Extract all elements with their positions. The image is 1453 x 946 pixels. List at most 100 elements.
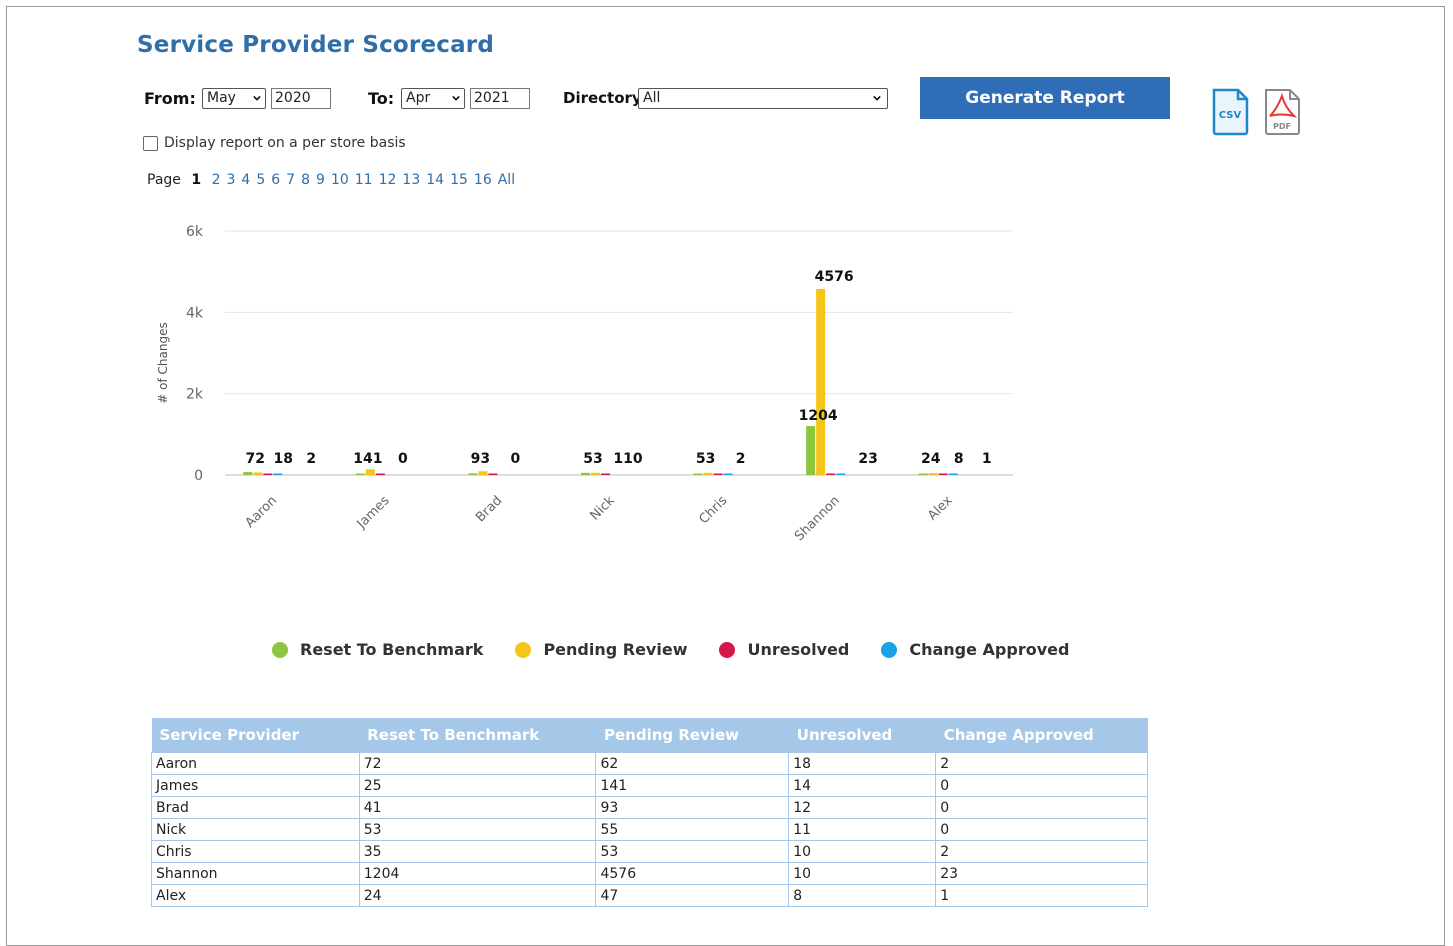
page-link[interactable]: 16: [474, 172, 492, 188]
per-store-label: Display report on a per store basis: [164, 135, 406, 151]
page-link[interactable]: 10: [331, 172, 349, 188]
from-month-select[interactable]: May: [202, 88, 266, 109]
legend-item-unresolved[interactable]: Unresolved: [719, 640, 849, 659]
table-cell: 2: [935, 752, 1148, 775]
bar-alex-0: [918, 473, 928, 475]
directory-select[interactable]: All: [638, 88, 888, 109]
table-cell: James: [151, 774, 360, 797]
table-cell: 8: [788, 884, 937, 907]
page-links: 2 3 4 5 6 7 8 9 10 11 12 13 14 15 16 All: [212, 172, 522, 188]
table-cell: 25: [358, 774, 597, 797]
data-label: 2: [306, 451, 316, 467]
column-header[interactable]: Service Provider: [151, 718, 360, 753]
chevron-down-icon: [452, 95, 460, 101]
csv-export-icon[interactable]: CSV: [1210, 88, 1250, 136]
table-cell: 72: [358, 752, 597, 775]
table-cell: 62: [595, 752, 790, 775]
legend-item-pending[interactable]: Pending Review: [515, 640, 687, 659]
data-label: 141: [353, 451, 382, 467]
pdf-export-icon[interactable]: PDF: [1262, 88, 1302, 136]
chevron-down-icon: [873, 95, 881, 101]
table-cell: 1204: [358, 862, 597, 885]
per-store-checkbox[interactable]: [143, 135, 158, 151]
generate-report-button[interactable]: Generate Report: [920, 77, 1170, 119]
legend-dot-pending: [515, 641, 532, 658]
table-body: Aaron 72 62 18 2 James 25 141 14 0 Brad 41 93 12 0 Nick…: [151, 752, 1148, 907]
column-header[interactable]: Change Approved: [935, 718, 1148, 753]
bar-james-1: [365, 469, 375, 475]
from-year-input[interactable]: 2020: [271, 88, 331, 109]
table-cell: 24: [358, 884, 597, 907]
y-tick-label: 2k: [186, 387, 204, 403]
table-cell: 1: [935, 884, 1148, 907]
data-label: 4576: [815, 269, 854, 285]
bar-aaron-1: [253, 472, 263, 475]
page-link[interactable]: All: [498, 172, 515, 188]
pdf-icon-label: PDF: [1273, 122, 1291, 131]
bar-chris-3: [723, 473, 733, 475]
changes-chart: 02k4k6k# of Changes72 18 2Aaron141 0James93…: [156, 224, 1013, 544]
page-link[interactable]: 4: [241, 172, 250, 188]
page-link[interactable]: 9: [316, 172, 325, 188]
bar-nick-0: [581, 472, 590, 475]
page-current: 1: [191, 172, 202, 188]
bar-james-2: [375, 473, 385, 475]
directory-value: All: [643, 90, 661, 106]
table-cell: 35: [358, 840, 597, 863]
table-cell: 47: [595, 884, 790, 907]
page-link[interactable]: 2: [212, 172, 221, 188]
column-header[interactable]: Unresolved: [788, 718, 936, 753]
legend-label: Change Approved: [909, 640, 1070, 659]
bar-aaron-2: [263, 473, 273, 475]
table-cell: 141: [595, 774, 790, 797]
legend-label: Unresolved: [747, 640, 850, 659]
data-label: 18: [274, 451, 293, 467]
table-row: Aaron 72 62 18 2: [151, 752, 1148, 775]
page-link[interactable]: 5: [256, 172, 265, 188]
to-month-select[interactable]: Apr: [401, 88, 465, 109]
page-link[interactable]: 3: [226, 172, 235, 188]
page-link[interactable]: 6: [271, 172, 280, 188]
table-row: Nick 53 55 11 0: [151, 818, 1148, 841]
page-link[interactable]: 15: [450, 172, 468, 188]
table-cell: 0: [935, 818, 1148, 841]
to-year-input[interactable]: 2021: [470, 88, 530, 109]
table-cell: Nick: [151, 818, 360, 841]
table-cell: 18: [788, 752, 937, 775]
legend-dot-reset: [272, 641, 288, 658]
table-cell: 10: [788, 840, 937, 863]
page-link[interactable]: 11: [355, 172, 373, 188]
to-month-value: Apr: [406, 90, 431, 106]
page-link[interactable]: 13: [402, 172, 420, 188]
page-link[interactable]: 12: [379, 172, 397, 188]
from-label: From:: [144, 89, 196, 108]
table-cell: 4576: [595, 862, 790, 885]
table-header-row: Service Provider Reset To Benchmark Pend…: [151, 718, 1148, 753]
page-link[interactable]: 14: [426, 172, 444, 188]
to-label: To:: [368, 89, 395, 108]
legend-item-approved[interactable]: Change Approved: [881, 640, 1069, 659]
column-header[interactable]: Pending Review: [595, 718, 789, 753]
bar-chris-2: [713, 473, 723, 475]
y-tick-label: 4k: [186, 305, 204, 321]
table-cell: 11: [788, 818, 937, 841]
table-row: Chris 35 53 10 2: [151, 840, 1148, 863]
table-row: James 25 141 14 0: [151, 774, 1148, 797]
legend-item-reset[interactable]: Reset To Benchmark: [272, 640, 483, 659]
column-header[interactable]: Reset To Benchmark: [359, 718, 596, 753]
bar-nick-2: [601, 473, 610, 475]
bar-shannon-3: [836, 473, 846, 475]
csv-icon-label: CSV: [1219, 110, 1242, 121]
bar-alex-1: [928, 473, 938, 475]
page-link[interactable]: 7: [286, 172, 295, 188]
bar-aaron-3: [273, 473, 283, 475]
table-row: Brad 41 93 12 0: [151, 796, 1148, 819]
per-store-option[interactable]: Display report on a per store basis: [143, 135, 406, 151]
x-tick-label: Shannon: [792, 493, 843, 544]
bar-shannon-1: [816, 288, 826, 475]
page-link[interactable]: 8: [301, 172, 310, 188]
data-label: 53: [583, 451, 602, 467]
data-label: 93: [471, 451, 490, 467]
y-tick-label: 0: [194, 468, 203, 484]
bar-alex-3: [948, 473, 958, 475]
